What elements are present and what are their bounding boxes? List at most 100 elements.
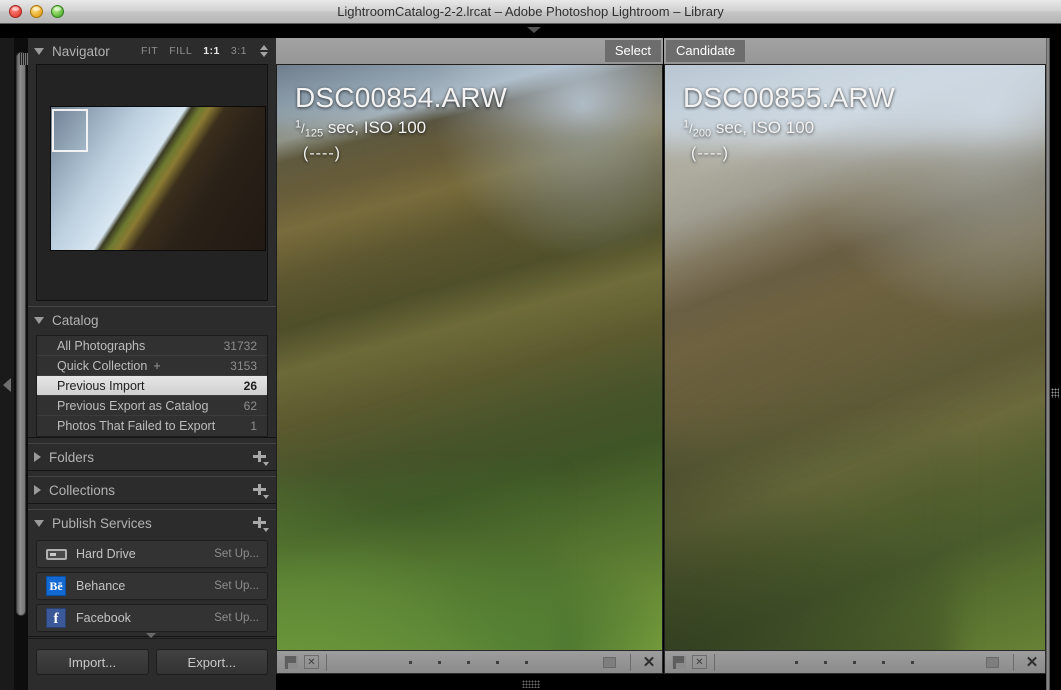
zoom-fill-button[interactable]: FILL [169,45,192,57]
publish-services-title: Publish Services [52,515,152,531]
reject-flag-icon[interactable]: ✕ [304,655,319,669]
left-panel-scrollbar[interactable] [14,38,29,690]
stepper-up-icon[interactable] [260,45,268,50]
navigator-panel-header[interactable]: Navigator FIT FILL 1:1 3:1 [28,38,276,64]
candidate-pane-header: Candidate [664,38,1046,64]
add-publish-service-icon[interactable] [253,516,269,532]
star-dot[interactable] [409,660,412,664]
title-bar: LightroomCatalog-2-2.lrcat – Adobe Photo… [0,0,1061,24]
chevron-right-icon[interactable] [34,485,41,495]
scrollbar-thumb[interactable] [16,52,29,616]
select-image-pane[interactable]: DSC00854.ARW 1/125 sec, ISO 100 (----) [276,64,663,664]
publish-service-label: Behance [76,579,126,593]
catalog-item-count: 3153 [230,358,257,373]
catalog-item-photos-that-failed-to-export[interactable]: Photos That Failed to Export 1 [37,416,267,436]
star-dot[interactable] [910,660,914,664]
sidebar-collapse-caret[interactable] [146,633,156,638]
export-button[interactable]: Export... [155,649,268,675]
zoom-3-1-button[interactable]: 3:1 [231,45,247,57]
star-dot[interactable] [438,660,441,664]
star-rating-control[interactable] [722,660,986,664]
star-dot[interactable] [794,660,798,664]
zoom-fit-button[interactable]: FIT [141,45,158,57]
sidebar-footer: Import... Export... [28,633,276,690]
catalog-item-label-wrap: Quick Collection + [57,359,230,373]
flag-icon[interactable] [672,655,686,669]
set-up-link[interactable]: Set Up... [214,580,259,592]
catalog-item-previous-export-as-catalog[interactable]: Previous Export as Catalog 62 [37,396,267,416]
zoom-stepper[interactable] [260,45,268,57]
select-pane-header: Select [276,38,663,64]
star-dot[interactable] [852,660,856,664]
color-label-swatch[interactable] [986,656,999,668]
chevron-down-icon[interactable] [34,519,44,527]
candidate-image-pane[interactable]: DSC00855.ARW 1/200 sec, ISO 100 (----) [664,64,1046,664]
catalog-panel-header[interactable]: Catalog [28,307,276,333]
catalog-item-label: Previous Export as Catalog [57,398,209,413]
right-panel-rail [1046,38,1050,690]
close-photo-button[interactable]: ✕ [638,653,660,671]
hard-drive-icon [45,544,67,564]
publish-service-label: Hard Drive [76,547,136,561]
publish-service-hard-drive[interactable]: Hard Drive Set Up... [36,540,268,568]
zoom-1-1-button[interactable]: 1:1 [203,45,220,57]
left-sidebar: Navigator FIT FILL 1:1 3:1 Catalog All P… [28,38,276,690]
folders-panel-header[interactable]: Folders [28,444,276,470]
star-rating-control[interactable] [334,660,603,664]
flag-icon[interactable] [284,655,298,669]
stepper-down-icon[interactable] [260,52,268,57]
catalog-section: Catalog All Photographs 31732 Quick Coll… [28,306,276,438]
select-label: Select [604,40,661,62]
collapse-left-panel-icon[interactable] [3,378,11,392]
right-panel-edge[interactable] [1046,38,1061,690]
catalog-item-previous-import[interactable]: Previous Import 26 [37,376,267,396]
publish-services-panel-header[interactable]: Publish Services [28,510,276,536]
candidate-photo [665,65,1045,663]
left-panel-edge[interactable] [0,38,14,690]
navigator-preview[interactable] [36,64,268,301]
bottom-panel-grip-icon[interactable] [522,680,540,688]
navigator-title: Navigator [52,43,110,59]
catalog-item-all-photographs[interactable]: All Photographs 31732 [37,336,267,356]
behance-icon: Bē [45,576,67,596]
catalog-item-label: Previous Import [57,378,145,393]
set-up-link[interactable]: Set Up... [214,548,259,560]
import-button[interactable]: Import... [36,649,149,675]
collections-title: Collections [49,482,116,498]
catalog-item-label: Photos That Failed to Export [57,419,216,433]
catalog-item-quick-collection[interactable]: Quick Collection + 3153 [37,356,267,376]
quick-collection-plus-icon[interactable]: + [153,359,160,373]
collections-panel-header[interactable]: Collections [28,477,276,503]
color-label-swatch[interactable] [603,656,616,668]
add-collection-icon[interactable] [253,483,269,499]
chevron-right-icon[interactable] [34,452,41,462]
reject-flag-icon[interactable]: ✕ [692,655,707,669]
catalog-item-count: 62 [243,398,257,413]
collections-section: Collections [28,476,276,504]
set-up-link[interactable]: Set Up... [214,612,259,624]
chevron-down-icon[interactable] [34,316,44,324]
chevron-down-icon[interactable] [34,47,44,55]
publish-service-behance[interactable]: Bē Behance Set Up... [36,572,268,600]
star-dot[interactable] [496,660,499,664]
star-dot[interactable] [823,660,827,664]
navigator-view-rectangle[interactable] [52,109,88,152]
window-title: LightroomCatalog-2-2.lrcat – Adobe Photo… [337,4,724,19]
toolbar-divider [1013,653,1014,671]
star-dot[interactable] [881,660,885,664]
right-panel-grip-icon[interactable] [1051,388,1059,398]
folders-section: Folders [28,443,276,471]
lightroom-window: LightroomCatalog-2-2.lrcat – Adobe Photo… [0,0,1061,690]
star-dot[interactable] [525,660,528,664]
select-photo [277,65,662,663]
navigator-zoom-levels[interactable]: FIT FILL 1:1 3:1 [141,45,268,57]
publish-service-facebook[interactable]: f Facebook Set Up... [36,604,268,632]
toolbar-divider [326,653,327,671]
top-panel-toggle-caret[interactable] [527,27,541,33]
close-photo-button[interactable]: ✕ [1021,653,1043,671]
catalog-item-label: Quick Collection [57,358,148,373]
import-export-row: Import... Export... [28,639,276,675]
add-folder-icon[interactable] [253,450,269,466]
catalog-title: Catalog [52,312,99,328]
star-dot[interactable] [467,660,470,664]
